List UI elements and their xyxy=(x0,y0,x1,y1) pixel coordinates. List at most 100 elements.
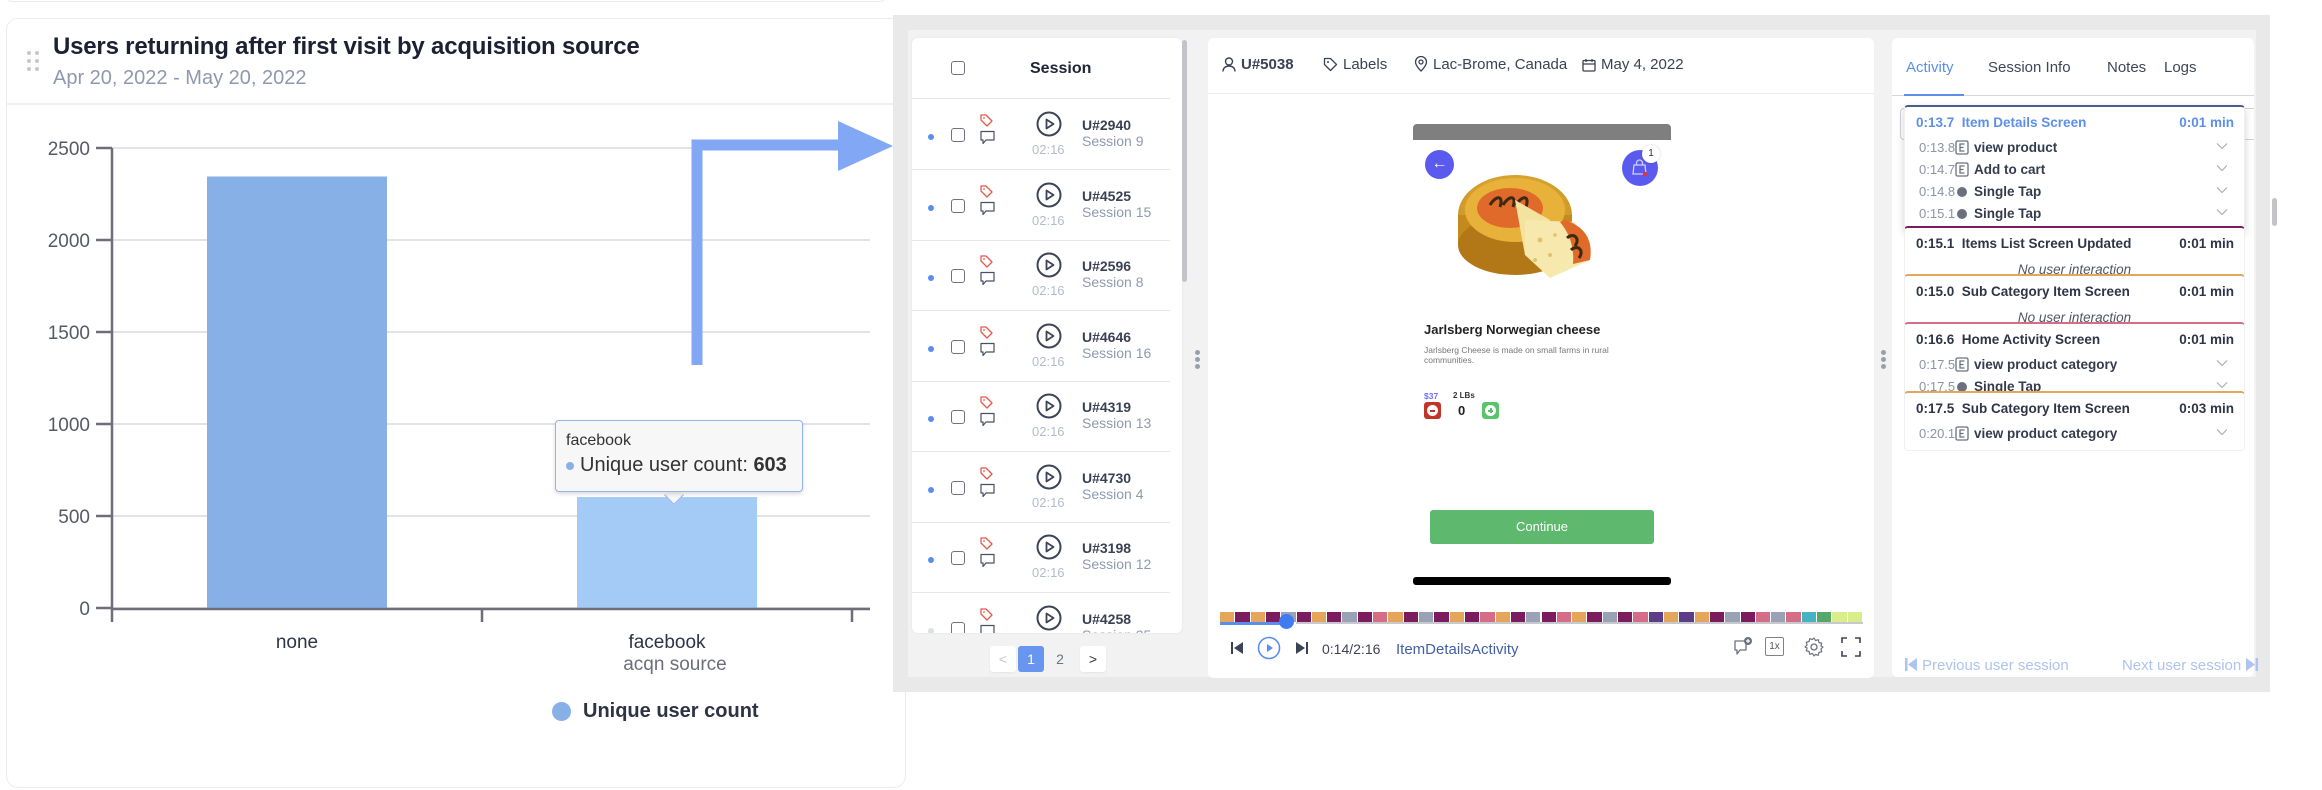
bar-none[interactable] xyxy=(207,176,387,608)
skip-forward-icon[interactable] xyxy=(1295,641,1309,655)
tag-icon[interactable] xyxy=(980,396,993,409)
timeline-segment[interactable] xyxy=(1434,612,1449,622)
play-session-icon[interactable] xyxy=(1036,534,1062,560)
comment-icon[interactable] xyxy=(980,342,995,357)
timeline-segment[interactable] xyxy=(1694,612,1709,622)
timeline-segment[interactable] xyxy=(1480,612,1495,622)
session-row[interactable]: 02:16 U#3198 Session 12 xyxy=(912,523,1170,593)
play-session-icon[interactable] xyxy=(1036,323,1062,349)
session-timeline[interactable] xyxy=(1220,612,1863,622)
session-checkbox[interactable] xyxy=(951,198,965,213)
playback-speed-button[interactable]: 1x xyxy=(1765,637,1784,656)
timeline-segment[interactable] xyxy=(1801,612,1817,622)
play-session-icon[interactable] xyxy=(1036,252,1062,278)
timeline-segment[interactable] xyxy=(1464,612,1480,622)
fullscreen-icon[interactable] xyxy=(1841,637,1861,657)
session-checkbox[interactable] xyxy=(951,128,965,142)
play-session-icon[interactable] xyxy=(1036,111,1062,137)
session-checkbox[interactable] xyxy=(951,339,965,354)
activity-event-row[interactable]: 0:20.1 view product category xyxy=(1919,426,2234,446)
tag-icon[interactable] xyxy=(980,607,993,621)
timeline-segment[interactable] xyxy=(1648,612,1663,622)
comment-icon[interactable] xyxy=(980,412,995,427)
timeline-segment[interactable] xyxy=(1832,612,1847,622)
comment-icon[interactable] xyxy=(980,624,995,634)
session-row[interactable]: 02:16 U#4319 Session 13 xyxy=(912,382,1170,452)
skip-back-icon[interactable] xyxy=(1230,641,1244,655)
tag-icon[interactable] xyxy=(980,184,993,198)
timeline-segment[interactable] xyxy=(1725,612,1740,622)
activity-event-row[interactable]: 0:13.8 view product xyxy=(1919,140,2234,160)
activity-event-row[interactable]: 0:14.8 Single Tap xyxy=(1919,184,2234,204)
settings-gear-icon[interactable] xyxy=(1803,636,1825,658)
timeline-segment[interactable] xyxy=(1572,612,1587,622)
tag-icon[interactable] xyxy=(980,537,993,550)
timeline-segment[interactable] xyxy=(1847,612,1862,622)
activity-event-row[interactable]: 0:14.7 Add to cart xyxy=(1919,162,2234,182)
tag-icon[interactable] xyxy=(980,325,993,339)
pagination-prev-button[interactable]: < xyxy=(990,646,1016,672)
tab-activity[interactable]: Activity xyxy=(1906,59,1954,76)
timeline-segment[interactable] xyxy=(1250,612,1265,622)
timeline-segment[interactable] xyxy=(1311,612,1327,622)
timeline-segment[interactable] xyxy=(1419,612,1434,622)
session-list-scrollbar[interactable] xyxy=(1182,40,1187,282)
chevron-down-icon[interactable] xyxy=(2216,381,2228,389)
play-button-icon[interactable] xyxy=(1257,636,1281,660)
bar-facebook[interactable] xyxy=(577,497,757,608)
comment-icon[interactable] xyxy=(980,271,995,286)
labels-button[interactable]: Labels xyxy=(1323,56,1387,73)
chevron-down-icon[interactable] xyxy=(2216,142,2228,150)
tag-icon[interactable] xyxy=(980,255,993,268)
tag-icon[interactable] xyxy=(980,466,993,480)
session-row[interactable]: 02:16 U#4730 Session 4 xyxy=(912,453,1170,523)
timeline-segment[interactable] xyxy=(1449,612,1464,622)
timeline-segment[interactable] xyxy=(1220,612,1235,622)
timeline-segment[interactable] xyxy=(1709,612,1725,622)
timeline-segment[interactable] xyxy=(1526,612,1541,622)
session-checkbox[interactable] xyxy=(951,621,965,633)
timeline-segment[interactable] xyxy=(1755,612,1771,622)
pagination-page-1[interactable]: 1 xyxy=(1018,646,1044,672)
tab-notes[interactable]: Notes xyxy=(2107,59,2146,76)
resize-handle-right[interactable] xyxy=(1881,350,1886,370)
timeline-segment[interactable] xyxy=(1388,612,1403,622)
comment-icon[interactable] xyxy=(980,553,995,568)
timeline-track[interactable] xyxy=(1296,622,1863,624)
timeline-segment[interactable] xyxy=(1740,612,1755,622)
timeline-segment[interactable] xyxy=(1357,612,1373,622)
session-row[interactable]: 02:16 U#2940 Session 9 xyxy=(912,100,1170,170)
timeline-segment[interactable] xyxy=(1541,612,1556,622)
session-row[interactable]: 02:16U#4258Session 25 xyxy=(912,594,1170,634)
timeline-segment[interactable] xyxy=(1373,612,1388,622)
next-user-session-button[interactable]: Next user session xyxy=(2122,657,2259,674)
activity-event-row[interactable]: 0:15.1 Single Tap xyxy=(1919,206,2234,226)
screen-card[interactable]: 0:17.5 Sub Category Item Screen 0:03 min 0… xyxy=(1904,391,2245,451)
timeline-segment[interactable] xyxy=(1495,612,1510,622)
session-row[interactable]: 02:16 U#2596 Session 8 xyxy=(912,241,1170,311)
previous-user-session-button[interactable]: Previous user session xyxy=(1905,657,2069,674)
select-all-checkbox[interactable] xyxy=(951,61,965,75)
timeline-segment[interactable] xyxy=(1327,612,1342,622)
add-comment-icon[interactable] xyxy=(1732,636,1754,658)
play-session-icon[interactable] xyxy=(1036,605,1062,631)
timeline-segment[interactable] xyxy=(1618,612,1633,622)
timeline-segment[interactable] xyxy=(1587,612,1602,622)
play-session-icon[interactable] xyxy=(1036,464,1062,490)
comment-icon[interactable] xyxy=(980,201,995,216)
tab-session-info[interactable]: Session Info xyxy=(1988,59,2071,76)
timeline-segment[interactable] xyxy=(1403,612,1418,622)
pagination-next-button[interactable]: > xyxy=(1080,646,1106,672)
timeline-segment[interactable] xyxy=(1342,612,1357,622)
pagination-page-2[interactable]: 2 xyxy=(1050,646,1070,672)
tab-logs[interactable]: Logs xyxy=(2164,59,2197,76)
timeline-segment[interactable] xyxy=(1235,612,1250,622)
timeline-segment[interactable] xyxy=(1786,612,1801,622)
timeline-segment[interactable] xyxy=(1510,612,1526,622)
app-back-button[interactable]: ← xyxy=(1425,150,1454,179)
increase-quantity-button[interactable] xyxy=(1482,402,1499,419)
chart-legend[interactable]: Unique user count xyxy=(552,700,759,726)
comment-icon[interactable] xyxy=(980,483,995,498)
timeline-segment[interactable] xyxy=(1633,612,1648,622)
timeline-segment[interactable] xyxy=(1771,612,1786,622)
